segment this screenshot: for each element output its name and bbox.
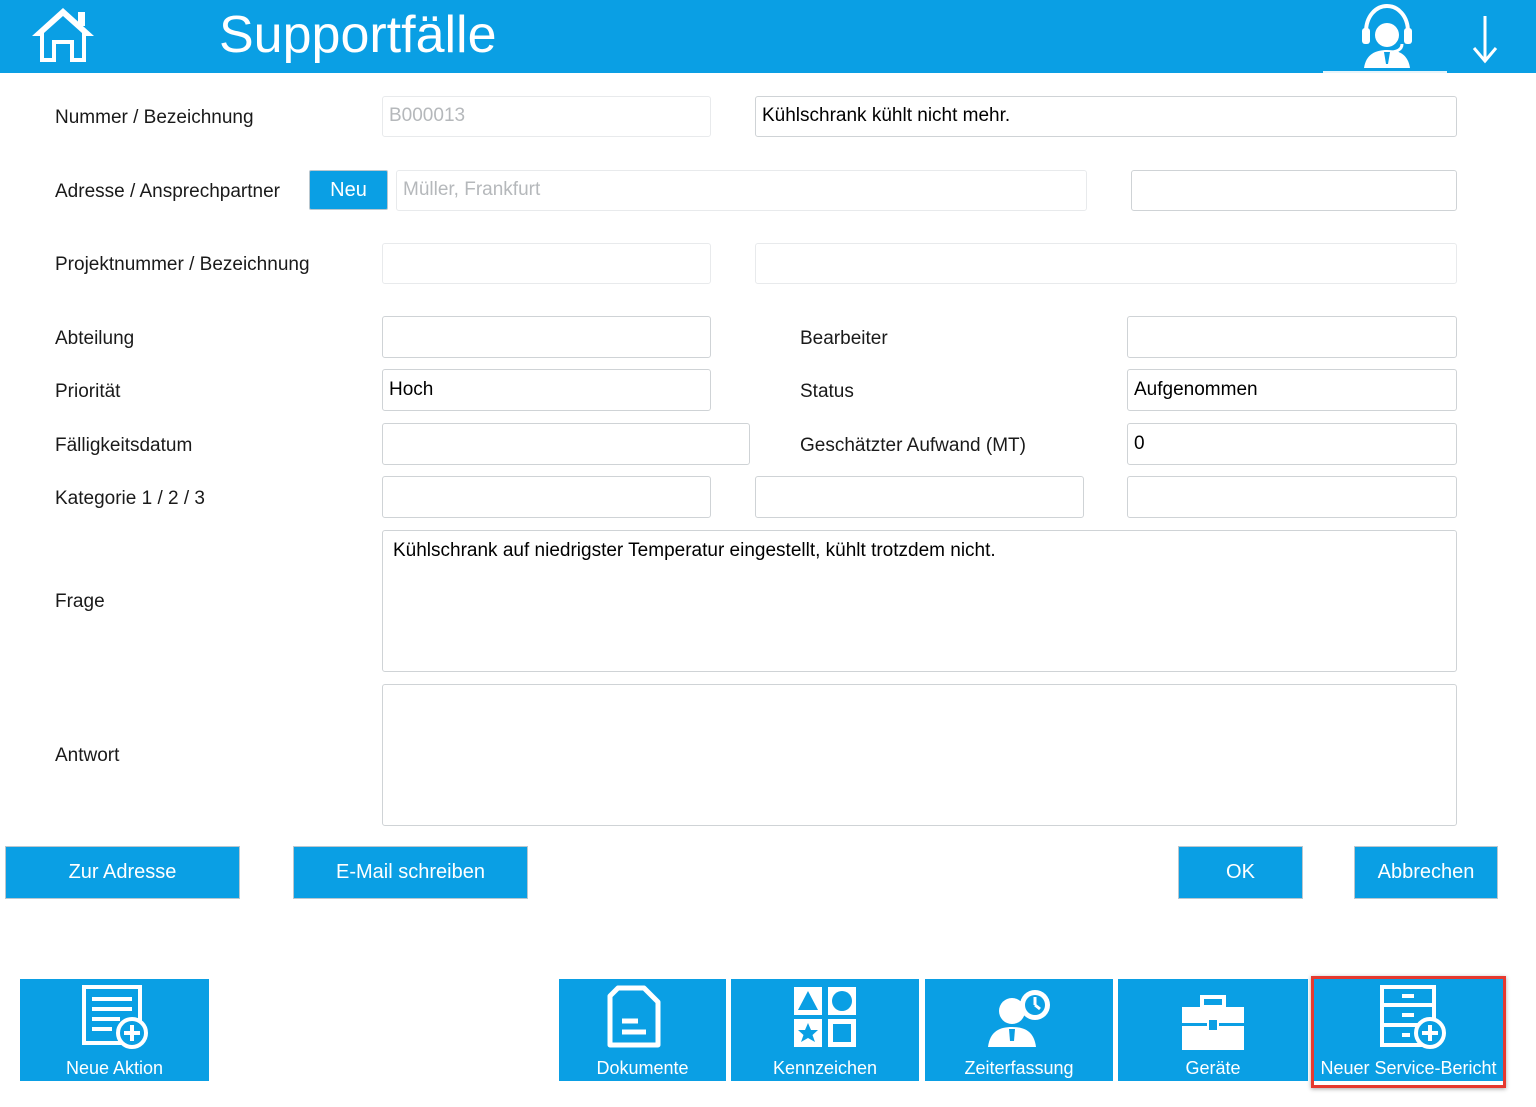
abbrechen-button[interactable]: Abbrechen	[1354, 846, 1498, 899]
dokumente-label: Dokumente	[596, 1058, 689, 1078]
neu-address-button[interactable]: Neu	[309, 170, 388, 210]
aufwand-field[interactable]: 0	[1127, 423, 1457, 465]
bearbeiter-field[interactable]	[1127, 316, 1457, 358]
kategorie-label: Kategorie 1 / 2 / 3	[55, 488, 205, 509]
page-title: Supportfälle	[219, 6, 497, 64]
projektnummer-field[interactable]	[382, 243, 711, 284]
abteilung-label: Abteilung	[55, 328, 135, 349]
aufwand-label: Geschätzter Aufwand (MT)	[800, 435, 1026, 456]
document-icon	[607, 985, 661, 1048]
prioritaet-field[interactable]: Hoch	[382, 369, 711, 411]
email-button[interactable]: E-Mail schreiben	[293, 846, 528, 899]
arrow-down-icon[interactable]	[1470, 14, 1500, 64]
app-header: Supportfälle	[0, 0, 1536, 73]
kategorie1-field[interactable]	[382, 476, 711, 518]
projekt-bezeichnung-field[interactable]	[755, 243, 1457, 284]
geraete-tile[interactable]: Geräte	[1118, 979, 1308, 1081]
support-agent-icon[interactable]	[1358, 2, 1416, 68]
zur-adresse-button[interactable]: Zur Adresse	[5, 846, 240, 899]
neue-aktion-label: Neue Aktion	[65, 1058, 164, 1078]
antwort-textarea[interactable]	[382, 684, 1457, 826]
highlight-frame	[1311, 976, 1506, 1088]
projekt-label: Projektnummer / Bezeichnung	[55, 254, 310, 275]
ansprechpartner-field[interactable]	[1131, 170, 1457, 211]
header-divider	[1323, 71, 1447, 73]
nummer-label: Nummer / Bezeichnung	[55, 107, 254, 128]
antwort-label: Antwort	[55, 745, 120, 766]
dokumente-tile[interactable]: Dokumente	[559, 979, 726, 1081]
bearbeiter-label: Bearbeiter	[800, 328, 888, 349]
frage-label: Frage	[55, 591, 105, 612]
faelligkeit-label: Fälligkeitsdatum	[55, 435, 193, 456]
frage-textarea[interactable]: Kühlschrank auf niedrigster Temperatur e…	[382, 530, 1457, 672]
zeiterfassung-label: Zeiterfassung	[964, 1058, 1074, 1078]
toolbox-icon	[1182, 995, 1244, 1050]
adresse-label: Adresse / Ansprechpartner	[55, 181, 280, 202]
nummer-field[interactable]: B000013	[382, 96, 711, 137]
prioritaet-label: Priorität	[55, 381, 121, 402]
home-icon[interactable]	[28, 4, 98, 66]
neue-aktion-tile[interactable]: Neue Aktion	[20, 979, 209, 1081]
new-action-icon	[82, 985, 148, 1049]
status-label: Status	[800, 381, 854, 402]
ok-button[interactable]: OK	[1178, 846, 1303, 899]
faelligkeit-field[interactable]	[382, 423, 750, 465]
kennzeichen-tile[interactable]: Kennzeichen	[731, 979, 919, 1081]
time-tracking-icon	[988, 990, 1050, 1047]
kategorie2-field[interactable]	[755, 476, 1084, 518]
shapes-icon	[794, 987, 856, 1047]
geraete-label: Geräte	[1185, 1058, 1241, 1078]
status-field[interactable]: Aufgenommen	[1127, 369, 1457, 411]
bezeichnung-field[interactable]: Kühlschrank kühlt nicht mehr.	[755, 96, 1457, 137]
kennzeichen-label: Kennzeichen	[772, 1058, 878, 1078]
kategorie3-field[interactable]	[1127, 476, 1457, 518]
zeiterfassung-tile[interactable]: Zeiterfassung	[925, 979, 1113, 1081]
abteilung-field[interactable]	[382, 316, 711, 358]
adresse-field[interactable]: Müller, Frankfurt	[396, 170, 1087, 211]
